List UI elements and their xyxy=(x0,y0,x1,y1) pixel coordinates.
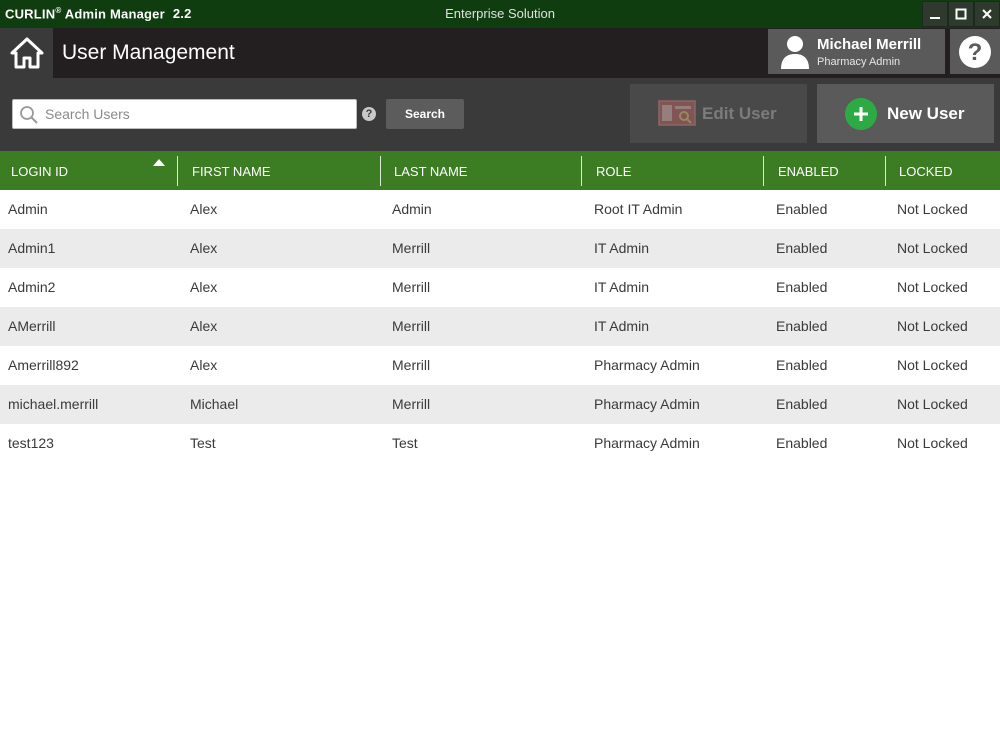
cell-locked: Not Locked xyxy=(897,357,968,373)
cell-login-id: test123 xyxy=(8,435,54,451)
column-divider[interactable] xyxy=(581,156,582,186)
column-header-last-name[interactable]: LAST NAME xyxy=(383,151,583,190)
new-user-button[interactable]: New User xyxy=(817,84,994,143)
cell-enabled: Enabled xyxy=(776,318,828,334)
user-role: Pharmacy Admin xyxy=(817,56,901,68)
cell-role: Root IT Admin xyxy=(594,201,683,217)
new-user-label: New User xyxy=(887,104,965,123)
cell-locked: Not Locked xyxy=(897,240,968,256)
cell-locked: Not Locked xyxy=(897,396,968,412)
sort-ascending-icon xyxy=(153,159,165,166)
cell-enabled: Enabled xyxy=(776,201,828,217)
close-button[interactable] xyxy=(974,1,1000,27)
column-header-locked[interactable]: LOCKED xyxy=(888,151,1000,190)
cell-last-name: Admin xyxy=(392,201,432,217)
column-divider[interactable] xyxy=(177,156,178,186)
cell-last-name: Merrill xyxy=(392,357,431,373)
cell-role: Pharmacy Admin xyxy=(594,396,700,412)
table-row[interactable]: AMerrill Alex Merrill IT Admin Enabled N… xyxy=(0,307,1000,346)
cell-enabled: Enabled xyxy=(776,435,828,451)
app-version: 2.2 xyxy=(172,6,192,22)
user-profile-button[interactable]: Michael Merrill Pharmacy Admin xyxy=(768,29,945,74)
cell-role: IT Admin xyxy=(594,240,649,256)
cell-locked: Not Locked xyxy=(897,279,968,295)
table-row[interactable]: test123 Test Test Pharmacy Admin Enabled… xyxy=(0,424,1000,463)
search-box[interactable] xyxy=(12,99,357,129)
cell-first-name: Alex xyxy=(190,240,218,256)
column-divider[interactable] xyxy=(763,156,764,186)
user-avatar-icon xyxy=(781,36,809,69)
cell-locked: Not Locked xyxy=(897,201,968,217)
table-row[interactable]: Admin1 Alex Merrill IT Admin Enabled Not… xyxy=(0,229,1000,268)
table-row[interactable]: Amerrill892 Alex Merrill Pharmacy Admin … xyxy=(0,346,1000,385)
cell-first-name: Michael xyxy=(190,396,239,412)
search-input[interactable] xyxy=(45,100,353,128)
minimize-button[interactable] xyxy=(922,1,948,27)
app-name: CURLIN® Admin Manager 2.2 xyxy=(5,6,192,22)
svg-text:?: ? xyxy=(968,39,983,66)
window-titlebar[interactable]: CURLIN® Admin Manager 2.2 Enterprise Solu… xyxy=(0,0,1000,28)
edit-user-button[interactable]: Edit User xyxy=(630,84,807,143)
cell-role: IT Admin xyxy=(594,318,649,334)
help-icon: ? xyxy=(959,35,991,68)
cell-role: Pharmacy Admin xyxy=(594,435,700,451)
cell-last-name: Merrill xyxy=(392,279,431,295)
cell-first-name: Alex xyxy=(190,279,218,295)
table-row[interactable]: Admin Alex Admin Root IT Admin Enabled N… xyxy=(0,190,1000,229)
cell-enabled: Enabled xyxy=(776,279,828,295)
user-name: Michael Merrill xyxy=(817,36,922,53)
page-title: User Management xyxy=(62,41,235,64)
cell-login-id: Admin xyxy=(8,201,48,217)
search-icon xyxy=(20,106,38,124)
cell-last-name: Merrill xyxy=(392,396,431,412)
cell-first-name: Alex xyxy=(190,201,218,217)
maximize-icon xyxy=(955,8,967,20)
cell-enabled: Enabled xyxy=(776,396,828,412)
cell-first-name: Alex xyxy=(190,357,218,373)
table-row[interactable]: Admin2 Alex Merrill IT Admin Enabled Not… xyxy=(0,268,1000,307)
cell-login-id: Amerrill892 xyxy=(8,357,79,373)
edit-user-label: Edit User xyxy=(702,104,777,123)
close-icon xyxy=(982,9,992,19)
maximize-button[interactable] xyxy=(948,1,974,27)
toolbar: ? Search Edit User New User xyxy=(0,78,1000,151)
cell-last-name: Test xyxy=(392,435,418,451)
cell-locked: Not Locked xyxy=(897,318,968,334)
search-button[interactable]: Search xyxy=(386,99,464,129)
column-header-enabled[interactable]: ENABLED xyxy=(767,151,887,190)
home-button[interactable] xyxy=(0,28,53,78)
cell-login-id: michael.merrill xyxy=(8,396,99,412)
table-header: LOGIN ID FIRST NAME LAST NAME ROLE ENABL… xyxy=(0,151,1000,190)
column-divider[interactable] xyxy=(380,156,381,186)
help-button[interactable]: ? xyxy=(950,29,1000,74)
cell-login-id: AMerrill xyxy=(8,318,56,334)
cell-enabled: Enabled xyxy=(776,357,828,373)
cell-first-name: Alex xyxy=(190,318,218,334)
users-table-body: Admin Alex Admin Root IT Admin Enabled N… xyxy=(0,190,1000,463)
edit-user-icon xyxy=(658,100,696,126)
cell-last-name: Merrill xyxy=(392,318,431,334)
cell-login-id: Admin2 xyxy=(8,279,56,295)
cell-login-id: Admin1 xyxy=(8,240,56,256)
cell-enabled: Enabled xyxy=(776,240,828,256)
column-header-login-id[interactable]: LOGIN ID xyxy=(0,151,178,190)
minimize-icon xyxy=(930,17,940,19)
column-header-role[interactable]: ROLE xyxy=(585,151,765,190)
home-icon xyxy=(10,37,43,69)
column-header-first-name[interactable]: FIRST NAME xyxy=(181,151,381,190)
plus-circle-icon xyxy=(845,98,877,130)
cell-last-name: Merrill xyxy=(392,240,431,256)
cell-first-name: Test xyxy=(190,435,216,451)
cell-role: IT Admin xyxy=(594,279,649,295)
column-divider[interactable] xyxy=(885,156,886,186)
table-row[interactable]: michael.merrill Michael Merrill Pharmacy… xyxy=(0,385,1000,424)
search-help-icon[interactable]: ? xyxy=(362,107,376,121)
cell-locked: Not Locked xyxy=(897,435,968,451)
cell-role: Pharmacy Admin xyxy=(594,357,700,373)
app-header: User Management Michael Merrill Pharmacy… xyxy=(0,28,1000,78)
